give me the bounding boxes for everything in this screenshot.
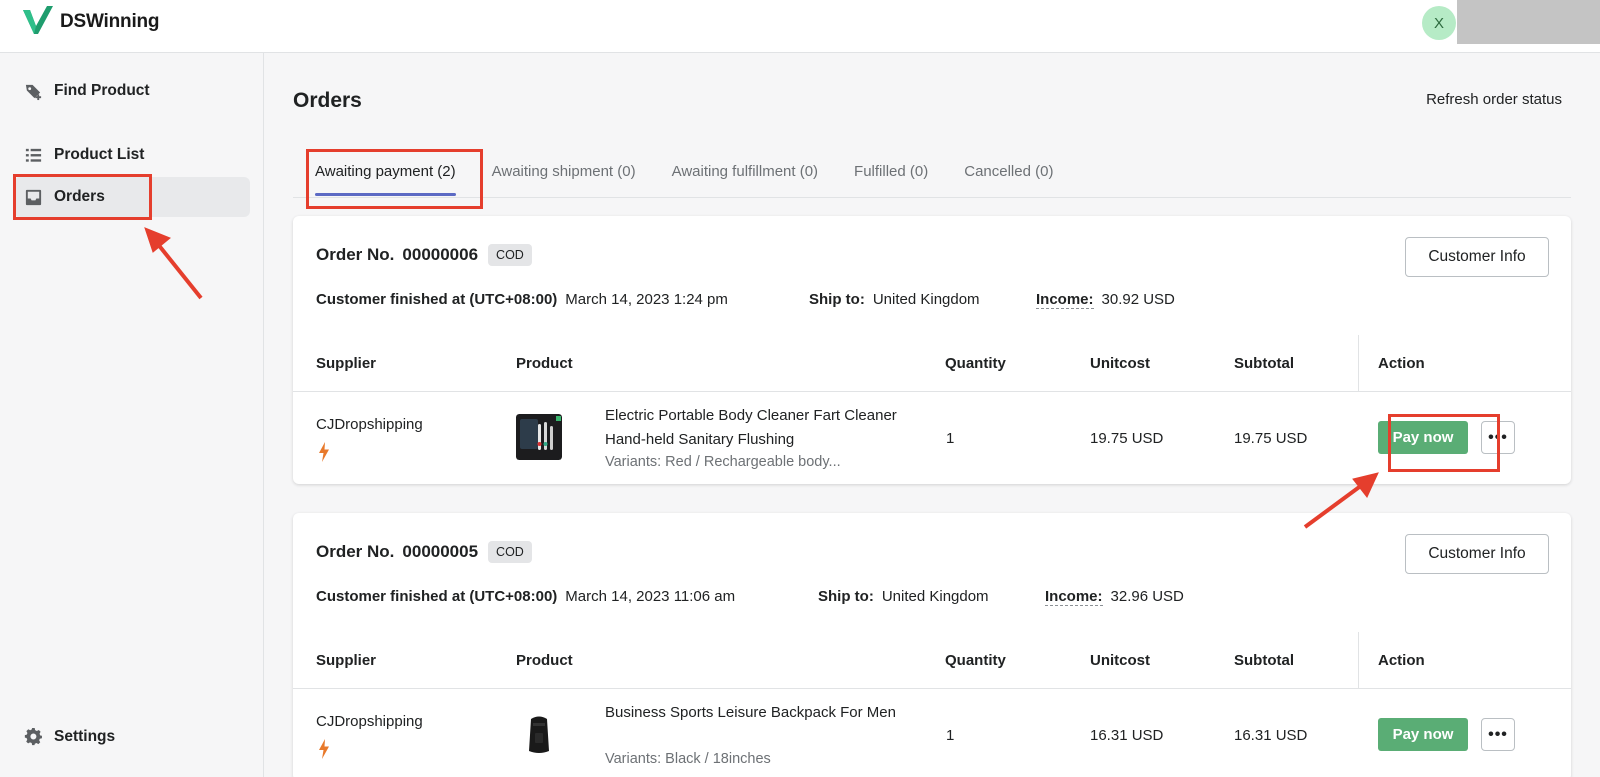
account-name-redacted[interactable] bbox=[1457, 0, 1600, 44]
sidebar-item-settings[interactable]: Settings bbox=[14, 717, 250, 757]
sidebar-item-find-product[interactable]: Find Product bbox=[14, 71, 250, 111]
sidebar-item-label: Product List bbox=[54, 146, 145, 163]
product-variant: Variants: Black / 18inches bbox=[605, 751, 771, 767]
tag-plus-icon bbox=[25, 84, 42, 100]
app-logo[interactable]: DSWinning bbox=[20, 4, 160, 40]
lightning-bolt-icon bbox=[319, 739, 329, 759]
status-badge: COD bbox=[488, 244, 532, 266]
finished-at-label: Customer finished at (UTC+08:00) bbox=[316, 291, 558, 308]
supplier-name: CJDropshipping bbox=[316, 713, 423, 730]
list-icon bbox=[25, 148, 42, 162]
customer-info-button[interactable]: Customer Info bbox=[1405, 534, 1549, 574]
product-variant: Variants: Red / Rechargeable body... bbox=[605, 454, 841, 470]
product-title[interactable]: Business Sports Leisure Backpack For Men bbox=[605, 701, 905, 725]
order-status-tabs: Awaiting payment (2) Awaiting shipment (… bbox=[293, 145, 1571, 198]
column-header: Supplier bbox=[316, 652, 377, 669]
pay-now-button[interactable]: Pay now bbox=[1378, 718, 1468, 751]
annotation-highlight-orders bbox=[13, 174, 152, 220]
status-badge: COD bbox=[488, 541, 532, 563]
column-header: Quantity bbox=[945, 355, 1006, 372]
column-header: Unitcost bbox=[1090, 652, 1150, 669]
finished-at-label: Customer finished at (UTC+08:00) bbox=[316, 588, 558, 605]
column-divider bbox=[1358, 335, 1359, 392]
product-thumbnail[interactable] bbox=[516, 711, 562, 757]
unitcost-value: 16.31 USD bbox=[1090, 727, 1164, 744]
column-divider bbox=[1358, 632, 1359, 689]
app-name: DSWinning bbox=[60, 11, 160, 32]
column-header: Product bbox=[516, 652, 573, 669]
quantity-value: 1 bbox=[946, 430, 955, 447]
income-label[interactable]: Income: bbox=[1036, 291, 1094, 309]
ship-to-value: United Kingdom bbox=[872, 291, 980, 308]
order-card: Order No. 00000006 COD Customer Info Cus… bbox=[293, 216, 1571, 484]
tab-fulfilled[interactable]: Fulfilled (0) bbox=[836, 145, 946, 198]
finished-at-value: March 14, 2023 11:06 am bbox=[565, 588, 736, 605]
lightning-bolt-icon bbox=[319, 442, 329, 462]
order-meta: Customer finished at (UTC+08:00) March 1… bbox=[316, 588, 1184, 606]
column-header: Action bbox=[1378, 355, 1425, 372]
order-card: Order No. 00000005 COD Customer Info Cus… bbox=[293, 513, 1571, 777]
column-header: Action bbox=[1378, 652, 1425, 669]
page-title: Orders bbox=[293, 89, 362, 112]
annotation-highlight-awaiting-payment-tab bbox=[306, 149, 483, 209]
ship-to-value: United Kingdom bbox=[881, 588, 989, 605]
top-bar: DSWinning X bbox=[0, 0, 1600, 53]
income-value: 30.92 USD bbox=[1101, 291, 1175, 308]
column-header: Subtotal bbox=[1234, 652, 1294, 669]
tab-awaiting-fulfillment[interactable]: Awaiting fulfillment (0) bbox=[654, 145, 836, 198]
avatar[interactable]: X bbox=[1422, 6, 1456, 40]
sidebar: Find Product Product List Orders Setting… bbox=[0, 53, 264, 777]
order-no-label: Order No. bbox=[316, 245, 395, 264]
annotation-highlight-pay-now bbox=[1388, 414, 1500, 472]
order-meta: Customer finished at (UTC+08:00) March 1… bbox=[316, 291, 1175, 309]
order-header: Order No. 00000006 COD bbox=[316, 244, 532, 266]
column-header: Subtotal bbox=[1234, 355, 1294, 372]
supplier-name: CJDropshipping bbox=[316, 416, 423, 433]
unitcost-value: 19.75 USD bbox=[1090, 430, 1164, 447]
order-number: 00000005 bbox=[402, 542, 479, 561]
subtotal-value: 19.75 USD bbox=[1234, 430, 1308, 447]
tab-cancelled[interactable]: Cancelled (0) bbox=[946, 145, 1071, 198]
tab-awaiting-shipment[interactable]: Awaiting shipment (0) bbox=[474, 145, 654, 198]
finished-at-value: March 14, 2023 1:24 pm bbox=[565, 291, 728, 308]
logo-check-icon bbox=[23, 6, 53, 34]
order-no-label: Order No. bbox=[316, 542, 395, 561]
gear-icon bbox=[24, 727, 42, 745]
customer-info-button[interactable]: Customer Info bbox=[1405, 237, 1549, 277]
refresh-order-status-button[interactable]: Refresh order status bbox=[1426, 91, 1562, 108]
sidebar-item-product-list[interactable]: Product List bbox=[14, 135, 250, 175]
quantity-value: 1 bbox=[946, 727, 955, 744]
product-thumbnail[interactable] bbox=[516, 414, 562, 460]
order-header: Order No. 00000005 COD bbox=[316, 541, 532, 563]
table-row: CJDropshipping Business Sports Leisure B… bbox=[293, 689, 1571, 777]
table-header: Supplier Product Quantity Unitcost Subto… bbox=[293, 632, 1571, 689]
income-label[interactable]: Income: bbox=[1045, 588, 1103, 606]
subtotal-value: 16.31 USD bbox=[1234, 727, 1308, 744]
ship-to-label: Ship to: bbox=[809, 291, 865, 308]
order-number: 00000006 bbox=[402, 245, 479, 264]
sidebar-item-label: Find Product bbox=[54, 82, 150, 99]
ship-to-label: Ship to: bbox=[818, 588, 874, 605]
table-row: CJDropshipping Electric Portable Body Cl… bbox=[293, 392, 1571, 484]
column-header: Supplier bbox=[316, 355, 377, 372]
column-header: Product bbox=[516, 355, 573, 372]
sidebar-item-label: Settings bbox=[54, 728, 116, 745]
more-actions-button[interactable]: ••• bbox=[1481, 718, 1515, 751]
product-title[interactable]: Electric Portable Body Cleaner Fart Clea… bbox=[605, 404, 905, 452]
column-header: Quantity bbox=[945, 652, 1006, 669]
column-header: Unitcost bbox=[1090, 355, 1150, 372]
income-value: 32.96 USD bbox=[1110, 588, 1184, 605]
table-header: Supplier Product Quantity Unitcost Subto… bbox=[293, 335, 1571, 392]
